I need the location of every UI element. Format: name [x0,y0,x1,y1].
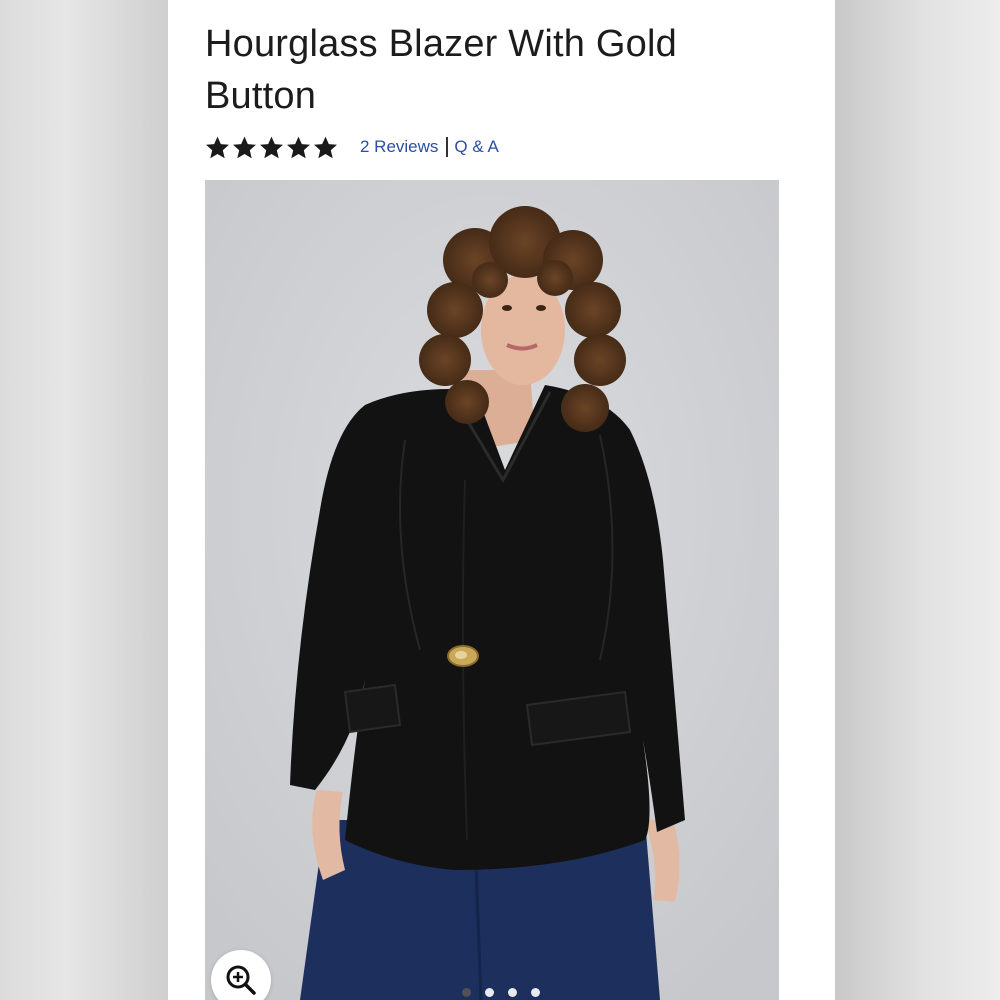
star-rating [205,135,338,160]
rating-row: 2 Reviews Q & A [205,132,499,162]
star-icon [233,136,256,158]
gallery-dot[interactable] [531,988,540,997]
reviews-link[interactable]: 2 Reviews [360,137,438,157]
product-image-gallery[interactable] [205,180,779,1000]
gallery-dot[interactable] [462,988,471,997]
product-panel: Hourglass Blazer With Gold Button 2 Revi… [168,0,835,1000]
background-right [835,0,1000,1000]
gallery-dot[interactable] [485,988,494,997]
star-icon [314,136,337,158]
star-icon [260,136,283,158]
product-photo [205,180,779,1000]
zoom-in-icon [226,965,256,995]
star-icon [287,136,310,158]
star-icon [206,136,229,158]
product-title: Hourglass Blazer With Gold Button [205,23,677,117]
qa-link[interactable]: Q & A [454,137,498,157]
gallery-pagination [462,988,540,997]
link-separator [446,137,449,157]
background-left [0,0,168,1000]
gallery-dot[interactable] [508,988,517,997]
